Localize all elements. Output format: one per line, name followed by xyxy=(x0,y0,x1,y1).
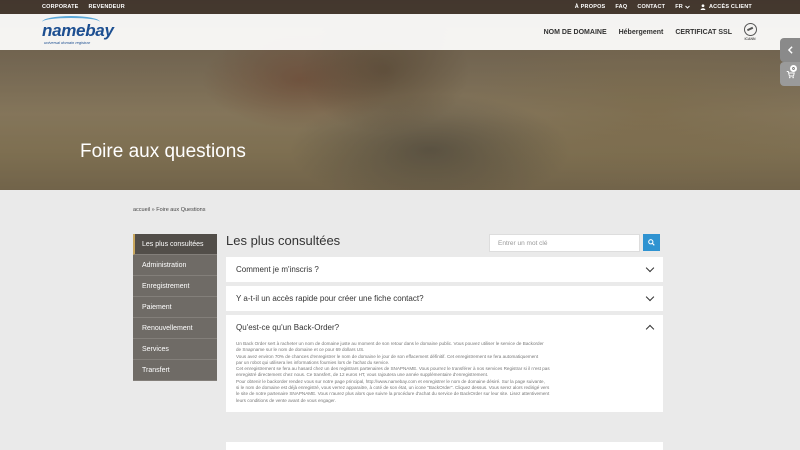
namebay-logo[interactable]: namebay universal domain registrar xyxy=(42,16,116,46)
utility-right-links: À PROPOS FAQ CONTACT FR ACCÈS CLIENT xyxy=(575,0,752,14)
chevron-down-icon xyxy=(645,263,655,273)
logo-tagline: universal domain registrar xyxy=(44,40,91,45)
language-selector[interactable]: FR xyxy=(675,4,690,10)
icann-logo: ICANN xyxy=(742,23,758,43)
section-title: Les plus consultées xyxy=(226,233,341,248)
chevron-down-icon xyxy=(685,5,690,9)
faq-question: Y a-t-il un accès rapide pour créer une … xyxy=(236,294,424,303)
faq-answer: Un Back Order sert à racheter un nom de … xyxy=(226,340,663,412)
language-label: FR xyxy=(675,4,683,10)
chevron-left-icon xyxy=(787,46,793,54)
logo-text: namebay xyxy=(42,21,114,40)
about-link[interactable]: À PROPOS xyxy=(575,4,606,10)
faq-category-sidebar: Les plus consultées Administration Enreg… xyxy=(133,234,217,381)
breadcrumb[interactable]: accueil » Foire aux Questions xyxy=(133,207,205,213)
faq-answer-line: leurs conditions de vente avant de vous … xyxy=(236,397,336,403)
side-tab-arrow[interactable] xyxy=(780,38,800,62)
chevron-up-icon xyxy=(645,324,655,334)
revendeur-link[interactable]: REVENDEUR xyxy=(89,4,125,10)
nav-links: NOM DE DOMAINE Hébergement CERTIFICAT SS… xyxy=(544,14,732,50)
user-icon xyxy=(700,4,706,10)
page-title: Foire aux questions xyxy=(80,141,246,162)
icann-icon xyxy=(743,23,757,36)
sidebar-item-administration[interactable]: Administration xyxy=(133,255,217,276)
main-nav: namebay universal domain registrar NOM D… xyxy=(0,14,800,50)
nav-ssl-certificate[interactable]: CERTIFICAT SSL xyxy=(675,29,732,36)
sidebar-item-registration[interactable]: Enregistrement xyxy=(133,276,217,297)
client-access-label: ACCÈS CLIENT xyxy=(708,4,752,10)
contact-link[interactable]: CONTACT xyxy=(637,4,665,10)
sidebar-item-most-viewed[interactable]: Les plus consultées xyxy=(133,234,217,255)
corporate-link[interactable]: CORPORATE xyxy=(42,4,79,10)
faq-item-expanded: Qu'est-ce qu'un Back-Order? Un Back Orde… xyxy=(226,315,663,412)
faq-question: Qu'est-ce qu'un Back-Order? xyxy=(236,323,340,332)
side-tab-cart[interactable]: 0 xyxy=(780,62,800,86)
nav-hosting[interactable]: Hébergement xyxy=(619,29,664,36)
faq-question-header[interactable]: Qu'est-ce qu'un Back-Order? xyxy=(226,315,663,340)
faq-link[interactable]: FAQ xyxy=(615,4,627,10)
client-access-link[interactable]: ACCÈS CLIENT xyxy=(700,4,752,10)
faq-question: Comment je m'inscris ? xyxy=(236,265,319,274)
search-icon xyxy=(648,239,655,246)
icann-label: ICANN xyxy=(744,37,756,41)
faq-item: Comment je m'inscris ? xyxy=(226,257,663,282)
faq-search-input[interactable]: Entrer un mot clé xyxy=(489,234,640,252)
nav-domain-names[interactable]: NOM DE DOMAINE xyxy=(544,29,607,36)
utility-bar: CORPORATE REVENDEUR À PROPOS FAQ CONTACT… xyxy=(0,0,800,14)
sidebar-item-transfer[interactable]: Transfert xyxy=(133,360,217,381)
faq-question-header[interactable]: Comment je m'inscris ? xyxy=(226,257,663,282)
chevron-down-icon xyxy=(645,292,655,302)
faq-question-header[interactable]: Y a-t-il un accès rapide pour créer une … xyxy=(226,286,663,311)
faq-item xyxy=(226,442,663,450)
sidebar-item-renewal[interactable]: Renouvellement xyxy=(133,318,217,339)
faq-item: Y a-t-il un accès rapide pour créer une … xyxy=(226,286,663,311)
utility-left-links: CORPORATE REVENDEUR xyxy=(42,0,125,14)
search-button[interactable] xyxy=(643,234,660,251)
cart-count-badge: 0 xyxy=(790,65,797,72)
sidebar-item-services[interactable]: Services xyxy=(133,339,217,360)
sidebar-item-payment[interactable]: Paiement xyxy=(133,297,217,318)
